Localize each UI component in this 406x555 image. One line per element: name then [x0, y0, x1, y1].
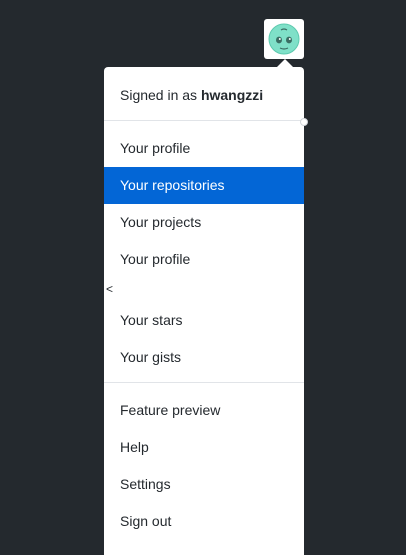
menu-item-sign-out[interactable]: Sign out [104, 503, 304, 540]
avatar-icon [268, 23, 300, 55]
menu-item-your-projects[interactable]: Your projects [104, 204, 304, 241]
signed-in-header: Signed in as hwangzzi [104, 67, 304, 120]
avatar-button[interactable] [264, 19, 304, 59]
menu-item-help[interactable]: Help [104, 429, 304, 466]
menu-item-your-repositories[interactable]: Your repositories [104, 167, 304, 204]
menu-item-your-stars[interactable]: Your stars [104, 302, 304, 339]
menu-item-your-gists[interactable]: Your gists [104, 339, 304, 376]
username: hwangzzi [200, 87, 264, 103]
menu-item-your-profile-2[interactable]: Your profile [104, 241, 304, 278]
menu-item-settings[interactable]: Settings [104, 466, 304, 503]
stray-dot-icon [300, 118, 308, 126]
user-dropdown-menu: Signed in as hwangzzi Your profile Your … [104, 67, 304, 555]
menu-item-your-profile[interactable]: Your profile [104, 130, 304, 167]
signed-in-prefix: Signed in as [120, 87, 198, 103]
dropdown-caret [277, 59, 293, 67]
stray-glyph: < [106, 282, 114, 296]
menu-item-feature-preview[interactable]: Feature preview [104, 392, 304, 429]
